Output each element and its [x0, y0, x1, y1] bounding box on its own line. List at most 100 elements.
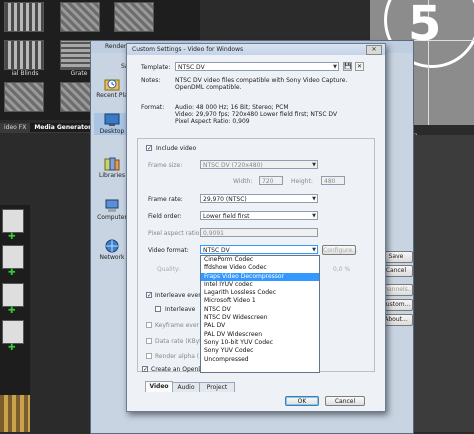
- close-icon[interactable]: ✕: [366, 45, 382, 55]
- include-video-label: Include video: [156, 145, 197, 152]
- field-order-value: Lower field first: [203, 213, 250, 220]
- codec-option[interactable]: Microsoft Video 1: [201, 297, 319, 305]
- format-line: Video: 29,970 fps; 720x480 Lower field f…: [175, 111, 338, 118]
- render-alpha-checkbox[interactable]: [146, 353, 152, 359]
- pixel-aspect-ratio-input[interactable]: 0,9091: [200, 228, 318, 237]
- frame-size-dropdown[interactable]: NTSC DV (720x480) ▼: [200, 160, 318, 169]
- place-desktop[interactable]: Desktop: [94, 113, 130, 135]
- opendml-checkbox[interactable]: ✓: [142, 366, 148, 373]
- quality-value: 0,0 %: [333, 266, 351, 273]
- codec-option[interactable]: ffdshow Video Codec: [201, 264, 319, 272]
- place-network[interactable]: Network: [94, 239, 130, 261]
- codec-option[interactable]: Intel IYUV codec: [201, 281, 319, 289]
- track-add-icon[interactable]: ✚: [8, 268, 16, 278]
- codec-option[interactable]: CinePorm Codec: [201, 256, 319, 264]
- pixel-aspect-ratio-label: Pixel aspect ratio:: [148, 230, 202, 237]
- keyframe-checkbox[interactable]: [146, 322, 152, 328]
- place-libraries[interactable]: Libraries: [94, 157, 130, 179]
- cancel-button[interactable]: Cancel: [325, 396, 365, 406]
- keyframe-label: Keyframe ever: [155, 322, 199, 329]
- codec-option[interactable]: Sony YUV Codec: [201, 347, 319, 355]
- track-thumbnail[interactable]: [2, 320, 24, 344]
- transition-thumb[interactable]: [4, 2, 44, 32]
- places-bar: Recent Pla Desktop Libraries Computer Ne…: [94, 77, 130, 297]
- place-recent[interactable]: Recent Pla: [94, 77, 130, 99]
- place-label: Computer: [97, 214, 127, 221]
- format-text: Audio: 48 000 Hz; 16 Bit; Stereo; PCM Vi…: [175, 104, 365, 125]
- tab-audio[interactable]: Audio: [172, 382, 200, 392]
- tab-project[interactable]: Project: [199, 382, 235, 392]
- interleave-checkbox[interactable]: ✓: [146, 292, 152, 299]
- track-add-icon[interactable]: ✚: [8, 306, 16, 316]
- render-alpha-label: Render alpha (: [155, 353, 200, 360]
- format-label: Format:: [141, 104, 165, 111]
- interleave-sub-checkbox[interactable]: [155, 306, 161, 312]
- video-format-options-list[interactable]: CinePorm Codec ffdshow Video Codec Fraps…: [200, 255, 320, 373]
- video-format-label: Video format:: [148, 247, 189, 254]
- width-input[interactable]: 720: [259, 176, 283, 185]
- network-icon: [105, 239, 119, 253]
- delete-template-icon[interactable]: ✕: [355, 62, 364, 71]
- place-label: Network: [99, 254, 125, 261]
- frame-rate-value: 29,970 (NTSC): [203, 196, 247, 203]
- codec-option[interactable]: PAL DV: [201, 322, 319, 330]
- field-order-label: Field order:: [148, 213, 182, 220]
- libraries-icon: [104, 157, 120, 171]
- chevron-down-icon: ▼: [312, 196, 316, 202]
- ok-button[interactable]: OK: [285, 396, 319, 406]
- custom-settings-titlebar: Custom Settings - Video for Windows: [127, 44, 385, 55]
- include-video-checkbox[interactable]: ✓: [146, 145, 152, 152]
- codec-option[interactable]: Uncompressed: [201, 356, 319, 364]
- chevron-down-icon: ▼: [312, 247, 316, 253]
- place-computer[interactable]: Computer: [94, 199, 130, 221]
- configure-button[interactable]: Configure...: [322, 245, 358, 255]
- custom-settings-dialog: Custom Settings - Video for Windows Temp…: [126, 43, 386, 412]
- transition-thumb-blinds[interactable]: [4, 40, 44, 70]
- frame-size-label: Frame size:: [148, 162, 183, 169]
- codec-option[interactable]: NTSC DV: [201, 306, 319, 314]
- codec-option[interactable]: PAL DV Widescreen: [201, 331, 319, 339]
- filmstrip-thumbnail: [0, 395, 30, 432]
- template-label: Template:: [141, 64, 171, 71]
- tab-media-generators[interactable]: Media Generators: [30, 123, 99, 132]
- codec-option[interactable]: Sony 10-bit YUV Codec: [201, 339, 319, 347]
- place-label: Libraries: [99, 172, 125, 179]
- transition-thumb[interactable]: [4, 82, 44, 112]
- thumb-label-blinds: ial Blinds: [11, 70, 39, 77]
- transition-thumb[interactable]: [114, 2, 154, 32]
- field-order-dropdown[interactable]: Lower field first ▼: [200, 211, 318, 220]
- track-thumbnail[interactable]: [2, 245, 24, 269]
- format-line: Audio: 48 000 Hz; 16 Bit; Stereo; PCM: [175, 104, 289, 111]
- width-label: Width:: [233, 178, 253, 185]
- codec-option-selected[interactable]: Fraps Video Decompressor: [201, 272, 319, 281]
- codec-option[interactable]: NTSC DV Widescreen: [201, 314, 319, 322]
- notes-text: NTSC DV video files compatible with Sony…: [175, 77, 348, 91]
- tab-video[interactable]: Video: [145, 381, 173, 392]
- chevron-down-icon: ▼: [312, 162, 316, 168]
- template-dropdown[interactable]: NTSC DV ▼: [175, 62, 339, 71]
- track-thumbnail[interactable]: [2, 209, 24, 233]
- track-add-icon[interactable]: ✚: [8, 232, 16, 242]
- recent-places-icon: [104, 79, 120, 91]
- data-rate-label: Data rate (KByt: [155, 338, 202, 345]
- transition-thumb[interactable]: [60, 2, 100, 32]
- computer-icon: [105, 199, 119, 212]
- height-input[interactable]: 480: [321, 176, 345, 185]
- video-format-dropdown[interactable]: NTSC DV ▼: [200, 245, 318, 254]
- data-rate-checkbox[interactable]: [146, 338, 152, 344]
- height-label: Height:: [291, 178, 313, 185]
- tab-video-fx[interactable]: ideo FX: [0, 123, 30, 132]
- codec-option[interactable]: Lagarith Lossless Codec: [201, 289, 319, 297]
- track-thumbnail[interactable]: [2, 283, 24, 307]
- quality-label: Quality:: [157, 266, 181, 273]
- notes-label: Notes:: [141, 77, 161, 84]
- format-line: Pixel Aspect Ratio: 0,909: [175, 118, 250, 125]
- desktop-icon: [104, 113, 120, 126]
- track-add-icon[interactable]: ✚: [8, 343, 16, 353]
- place-label: Desktop: [99, 128, 125, 135]
- interleave-label: Interleave ever: [155, 292, 201, 299]
- frame-rate-label: Frame rate:: [148, 196, 183, 203]
- frame-rate-dropdown[interactable]: 29,970 (NTSC) ▼: [200, 194, 318, 203]
- save-template-icon[interactable]: 💾: [343, 62, 352, 71]
- video-format-value: NTSC DV: [203, 247, 230, 254]
